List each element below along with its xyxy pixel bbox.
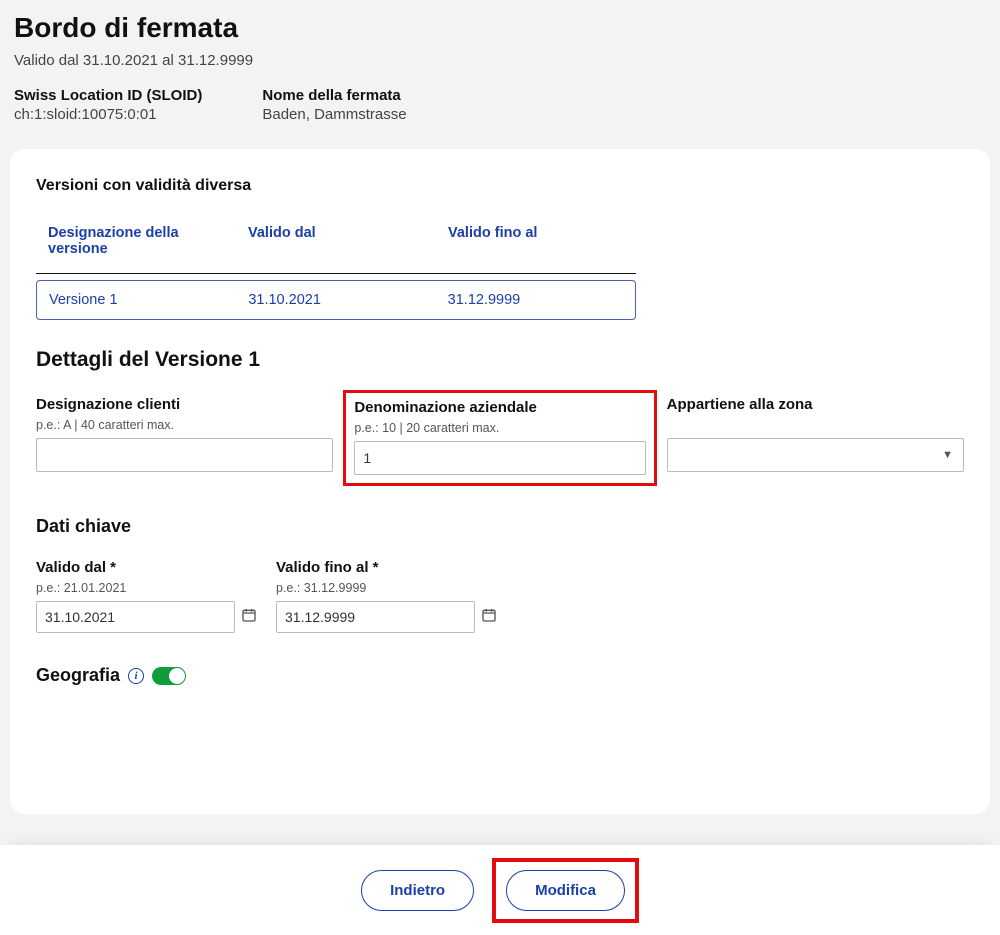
geografia-row: Geografia i [36, 665, 964, 686]
appartiene-zona-col: Appartiene alla zona ▼ [667, 396, 964, 486]
geografia-heading: Geografia [36, 665, 120, 686]
sloid-block: Swiss Location ID (SLOID) ch:1:sloid:100… [14, 87, 202, 123]
keydata-heading: Dati chiave [36, 516, 964, 537]
chevron-down-icon: ▼ [942, 449, 953, 461]
denominazione-aziendale-input[interactable] [354, 441, 645, 475]
stopname-value: Baden, Dammstrasse [262, 106, 406, 123]
valido-fino-col: Valido fino al * p.e.: 31.12.9999 [276, 559, 476, 633]
version-row[interactable]: Versione 1 31.10.2021 31.12.9999 [36, 280, 636, 320]
calendar-icon[interactable] [241, 607, 257, 628]
designazione-clienti-hint: p.e.: A | 40 caratteri max. [36, 418, 333, 432]
valido-fino-label: Valido fino al * [276, 559, 476, 576]
main-card: Versioni con validità diversa Designazio… [10, 149, 990, 814]
version-valido-dal: 31.10.2021 [236, 281, 435, 319]
info-row: Swiss Location ID (SLOID) ch:1:sloid:100… [14, 87, 986, 123]
designazione-clienti-input[interactable] [36, 438, 333, 472]
col-valido-fino[interactable]: Valido fino al [436, 211, 636, 273]
stopname-label: Nome della fermata [262, 87, 406, 104]
details-form-row: Designazione clienti p.e.: A | 40 caratt… [36, 396, 964, 486]
indietro-button[interactable]: Indietro [361, 870, 474, 911]
designazione-clienti-label: Designazione clienti [36, 396, 333, 413]
col-valido-dal[interactable]: Valido dal [236, 211, 436, 273]
denominazione-aziendale-col: Denominazione aziendale p.e.: 10 | 20 ca… [351, 396, 648, 486]
modifica-highlight: Modifica [492, 858, 639, 923]
valido-dal-hint: p.e.: 21.01.2021 [36, 581, 236, 595]
versions-section-title: Versioni con validità diversa [36, 177, 964, 195]
calendar-icon[interactable] [481, 607, 497, 628]
col-designazione[interactable]: Designazione della versione [36, 211, 236, 273]
valido-dal-input[interactable] [36, 601, 235, 633]
stopname-block: Nome della fermata Baden, Dammstrasse [262, 87, 406, 123]
geografia-toggle[interactable] [152, 667, 186, 685]
page-header: Bordo di fermata Valido dal 31.10.2021 a… [0, 0, 1000, 143]
denominazione-aziendale-highlight: Denominazione aziendale p.e.: 10 | 20 ca… [343, 390, 656, 486]
sloid-label: Swiss Location ID (SLOID) [14, 87, 202, 104]
modifica-button[interactable]: Modifica [506, 870, 625, 911]
valido-fino-hint: p.e.: 31.12.9999 [276, 581, 476, 595]
page-title: Bordo di fermata [14, 12, 986, 44]
sloid-value: ch:1:sloid:10075:0:01 [14, 106, 202, 123]
valido-fino-input[interactable] [276, 601, 475, 633]
info-icon[interactable]: i [128, 668, 144, 684]
footer-bar: Indietro Modifica [0, 845, 1000, 935]
keydata-row: Valido dal * p.e.: 21.01.2021 Valido fin… [36, 559, 964, 633]
valido-dal-col: Valido dal * p.e.: 21.01.2021 [36, 559, 236, 633]
details-heading: Dettagli del Versione 1 [36, 348, 964, 372]
versions-table-header: Designazione della versione Valido dal V… [36, 211, 636, 274]
denominazione-aziendale-label: Denominazione aziendale [354, 399, 645, 416]
valido-dal-label: Valido dal * [36, 559, 236, 576]
designazione-clienti-col: Designazione clienti p.e.: A | 40 caratt… [36, 396, 333, 486]
appartiene-zona-hint [667, 418, 964, 432]
appartiene-zona-label: Appartiene alla zona [667, 396, 964, 413]
validity-text: Valido dal 31.10.2021 al 31.12.9999 [14, 52, 986, 69]
denominazione-aziendale-hint: p.e.: 10 | 20 caratteri max. [354, 421, 645, 435]
appartiene-zona-select[interactable]: ▼ [667, 438, 964, 472]
version-valido-fino: 31.12.9999 [436, 281, 635, 319]
version-designazione: Versione 1 [37, 281, 236, 319]
